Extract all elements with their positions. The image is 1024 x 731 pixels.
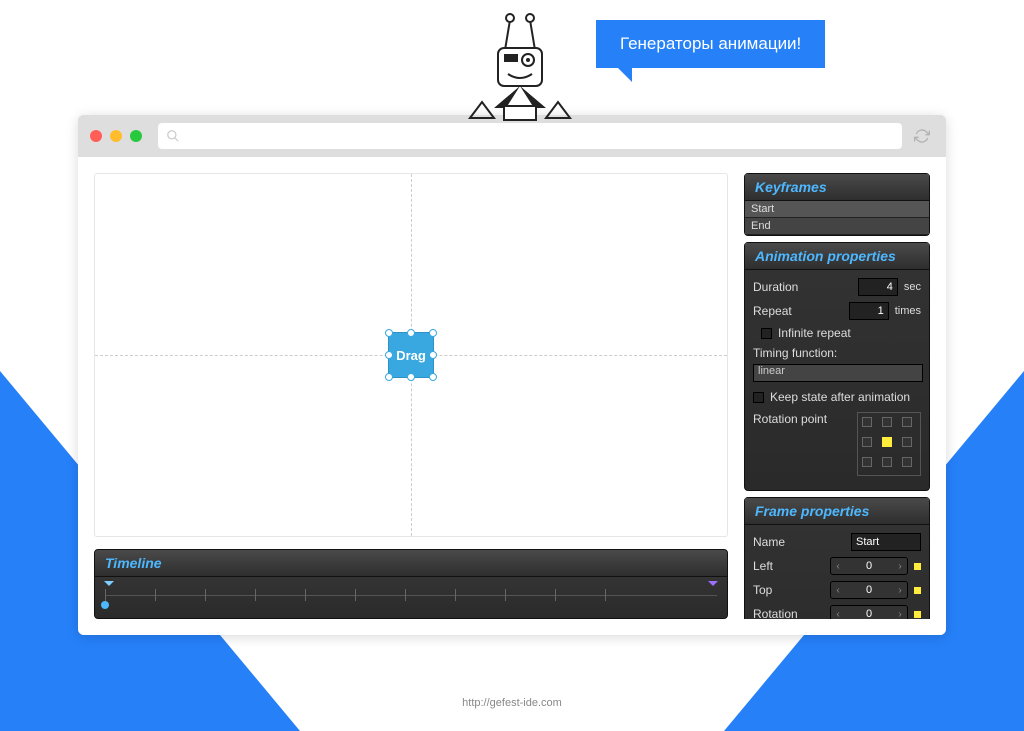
- left-inc[interactable]: ›: [893, 558, 907, 574]
- rotation-point-br[interactable]: [902, 457, 912, 467]
- keyframe-item-start[interactable]: Start: [745, 201, 929, 218]
- repeat-input[interactable]: [849, 302, 889, 320]
- left-label: Left: [753, 559, 824, 573]
- frame-name-input[interactable]: [851, 533, 921, 551]
- resize-handle-bl[interactable]: [385, 373, 393, 381]
- keep-state-label: Keep state after animation: [770, 390, 910, 404]
- timeline-panel: Timeline: [94, 549, 728, 619]
- timeline-track[interactable]: [95, 577, 727, 617]
- frame-name-label: Name: [753, 535, 845, 549]
- rotation-inc[interactable]: ›: [893, 606, 907, 619]
- duration-label: Duration: [753, 280, 852, 294]
- resize-handle-bm[interactable]: [407, 373, 415, 381]
- left-dec[interactable]: ‹: [831, 558, 845, 574]
- drag-label: Drag: [396, 348, 426, 363]
- search-icon: [166, 129, 180, 143]
- rotation-keyframe-indicator[interactable]: [914, 611, 921, 618]
- infinite-repeat-checkbox[interactable]: [761, 328, 772, 339]
- resize-handle-br[interactable]: [429, 373, 437, 381]
- properties-sidebar: Keyframes Start End Animation properties…: [744, 173, 930, 619]
- keyframes-header: Keyframes: [745, 174, 929, 201]
- rotation-point-label: Rotation point: [753, 412, 851, 426]
- refresh-icon[interactable]: [914, 128, 930, 144]
- repeat-label: Repeat: [753, 304, 843, 318]
- left-keyframe-indicator[interactable]: [914, 563, 921, 570]
- window-maximize-button[interactable]: [130, 130, 142, 142]
- app-body: Drag Timeline: [78, 157, 946, 635]
- timing-function-label: Timing function:: [753, 346, 921, 360]
- duration-unit: sec: [904, 281, 921, 293]
- left-input[interactable]: [845, 560, 893, 572]
- resize-handle-tl[interactable]: [385, 329, 393, 337]
- keyframe-item-end[interactable]: End: [745, 218, 929, 235]
- timeline-marker-end[interactable]: [708, 581, 718, 591]
- top-stepper[interactable]: ‹›: [830, 581, 908, 599]
- rotation-stepper[interactable]: ‹›: [830, 605, 908, 619]
- frame-properties-header: Frame properties: [745, 498, 929, 525]
- top-label: Top: [753, 583, 824, 597]
- infinite-repeat-label: Infinite repeat: [778, 326, 851, 340]
- duration-input[interactable]: [858, 278, 898, 296]
- rotation-dec[interactable]: ‹: [831, 606, 845, 619]
- keyframes-panel: Keyframes Start End: [744, 173, 930, 236]
- timeline-playhead[interactable]: [101, 601, 109, 609]
- drag-element[interactable]: Drag: [388, 332, 434, 378]
- left-stepper[interactable]: ‹›: [830, 557, 908, 575]
- animation-properties-header: Animation properties: [745, 243, 929, 270]
- rotation-point-bl[interactable]: [862, 457, 872, 467]
- browser-window: Drag Timeline: [78, 115, 946, 635]
- animation-properties-panel: Animation properties Duration sec Repeat…: [744, 242, 930, 491]
- rotation-point-center[interactable]: [882, 437, 892, 447]
- rotation-point-tl[interactable]: [862, 417, 872, 427]
- resize-handle-tr[interactable]: [429, 329, 437, 337]
- speech-bubble: Генераторы анимации!: [596, 20, 825, 68]
- keep-state-checkbox[interactable]: [753, 392, 764, 403]
- top-dec[interactable]: ‹: [831, 582, 845, 598]
- window-minimize-button[interactable]: [110, 130, 122, 142]
- rotation-point-grid: [857, 412, 921, 476]
- rotation-point-tm[interactable]: [882, 417, 892, 427]
- top-input[interactable]: [845, 584, 893, 596]
- repeat-unit: times: [895, 305, 921, 317]
- resize-handle-rm[interactable]: [429, 351, 437, 359]
- rotation-point-mr[interactable]: [902, 437, 912, 447]
- animation-canvas[interactable]: Drag: [94, 173, 728, 537]
- timeline-header: Timeline: [95, 550, 727, 577]
- resize-handle-lm[interactable]: [385, 351, 393, 359]
- window-close-button[interactable]: [90, 130, 102, 142]
- rotation-label: Rotation: [753, 607, 824, 619]
- rotation-point-tr[interactable]: [902, 417, 912, 427]
- top-inc[interactable]: ›: [893, 582, 907, 598]
- footer-url[interactable]: http://gefest-ide.com: [0, 697, 1024, 709]
- timing-function-select[interactable]: linear: [753, 364, 923, 382]
- resize-handle-tm[interactable]: [407, 329, 415, 337]
- rotation-point-bm[interactable]: [882, 457, 892, 467]
- rotation-point-ml[interactable]: [862, 437, 872, 447]
- frame-properties-panel: Frame properties Name Left ‹› Top ‹›: [744, 497, 930, 619]
- top-keyframe-indicator[interactable]: [914, 587, 921, 594]
- rotation-input[interactable]: [845, 608, 893, 619]
- robot-mascot: [450, 10, 590, 130]
